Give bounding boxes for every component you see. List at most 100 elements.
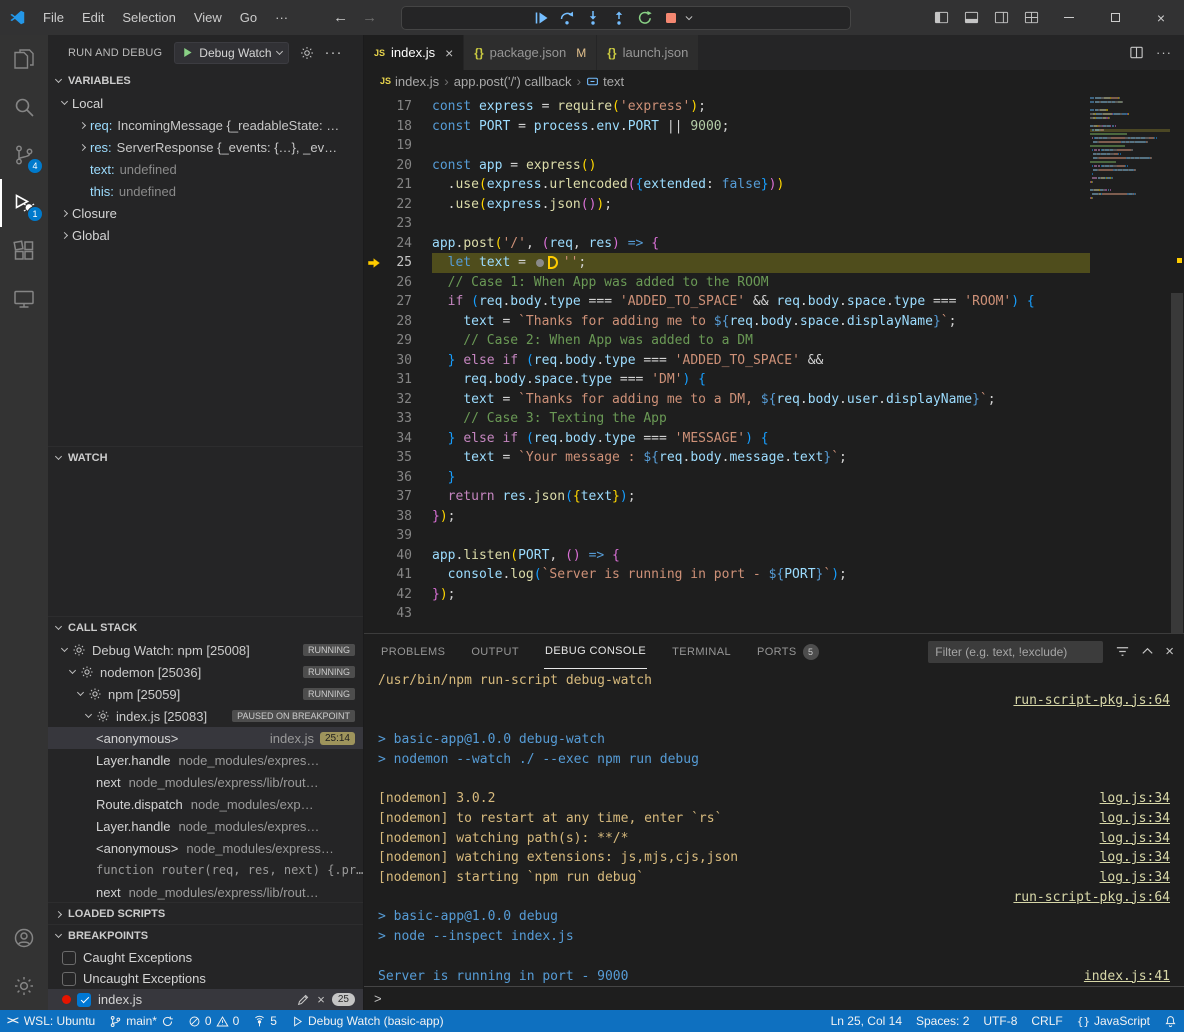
step-over-button[interactable] [556, 7, 578, 29]
console-source-link[interactable]: index.js:41 [1064, 967, 1170, 986]
line-number[interactable]: 27 [364, 292, 432, 312]
editor-gutter[interactable]: 1718192021222324252627282930313233343536… [364, 92, 432, 633]
breakpoint-row[interactable]: Uncaught Exceptions [48, 968, 363, 989]
extensions-icon[interactable] [0, 227, 48, 275]
code-line[interactable]: text = `Thanks for adding me to ${req.bo… [432, 312, 1090, 332]
breadcrumb-variable[interactable]: text [586, 74, 624, 89]
code-line[interactable]: app.post('/', (req, res) => { [432, 234, 1090, 254]
line-number[interactable]: 36 [364, 468, 432, 488]
language-status[interactable]: {}JavaScript [1070, 1010, 1157, 1032]
code-line[interactable]: .use(express.urlencoded({extended: false… [432, 175, 1090, 195]
variable-row[interactable]: req:IncomingMessage {_readableState: … [48, 114, 363, 136]
line-number[interactable]: 34 [364, 429, 432, 449]
close-tab-icon[interactable]: × [445, 45, 453, 61]
callstack-frame[interactable]: <anonymous>node_modules/express… [48, 837, 363, 859]
toggle-secondary-sidebar-icon[interactable] [986, 3, 1016, 33]
filter-icon[interactable] [1115, 644, 1130, 659]
remote-explorer-icon[interactable] [0, 275, 48, 323]
code-line[interactable]: return res.json({text}); [432, 487, 1090, 507]
code-line[interactable]: const app = express() [432, 156, 1090, 176]
callstack-frame[interactable]: Layer.handlenode_modules/expres… [48, 749, 363, 771]
line-number[interactable]: 40 [364, 546, 432, 566]
debug-toolbar-chevron-icon[interactable] [684, 13, 694, 23]
code-line[interactable]: if (req.body.type === 'ADDED_TO_SPACE' &… [432, 292, 1090, 312]
line-number[interactable]: 24 [364, 234, 432, 254]
panel-tab-debug-console[interactable]: DEBUG CONSOLE [544, 634, 647, 669]
line-number[interactable]: 35 [364, 448, 432, 468]
close-panel-icon[interactable]: × [1165, 643, 1174, 660]
maximize-panel-icon[interactable] [1140, 644, 1155, 659]
line-number[interactable]: 26 [364, 273, 432, 293]
callstack-session[interactable]: nodemon [25036]RUNNING [48, 661, 363, 683]
code-line[interactable] [432, 214, 1090, 234]
exception-checkbox[interactable] [62, 972, 76, 986]
line-number[interactable]: 39 [364, 526, 432, 546]
console-source-link[interactable]: log.js:34 [1080, 789, 1170, 809]
loaded-scripts-header[interactable]: LOADED SCRIPTS [48, 903, 363, 925]
console-source-link[interactable]: log.js:34 [1080, 829, 1170, 849]
remote-indicator[interactable]: >< WSL: Ubuntu [0, 1010, 102, 1032]
code-line[interactable]: } else if (req.body.type === 'MESSAGE') … [432, 429, 1090, 449]
line-number[interactable]: 31 [364, 370, 432, 390]
eol-status[interactable]: CRLF [1024, 1010, 1069, 1032]
step-into-button[interactable] [582, 7, 604, 29]
minimize-button[interactable] [1046, 0, 1092, 35]
edit-breakpoint-icon[interactable] [296, 993, 310, 1007]
split-editor-icon[interactable] [1129, 45, 1144, 60]
launch-config-picker[interactable]: Debug Watch [174, 42, 288, 64]
source-control-icon[interactable]: 4 [0, 131, 48, 179]
line-number[interactable]: 20 [364, 156, 432, 176]
back-arrow-icon[interactable]: ← [333, 9, 348, 26]
code-line[interactable] [432, 136, 1090, 156]
panel-tab-output[interactable]: OUTPUT [470, 634, 520, 669]
cursor-position[interactable]: Ln 25, Col 14 [824, 1010, 909, 1032]
debug-console-input[interactable]: > [364, 986, 1184, 1010]
line-number[interactable]: 42 [364, 585, 432, 605]
forward-arrow-icon[interactable]: → [362, 9, 377, 26]
continue-button[interactable] [530, 7, 552, 29]
code-line[interactable]: app.listen(PORT, () => { [432, 546, 1090, 566]
console-source-link[interactable]: log.js:34 [1080, 868, 1170, 888]
debug-icon[interactable]: 1 [0, 179, 48, 227]
callstack-session[interactable]: Debug Watch: npm [25008]RUNNING [48, 639, 363, 661]
console-source-link[interactable]: log.js:34 [1080, 848, 1170, 868]
account-icon[interactable] [0, 914, 48, 962]
editor-scrollbar[interactable] [1170, 92, 1184, 633]
notifications-bell[interactable] [1157, 1010, 1184, 1032]
console-filter-input[interactable] [928, 641, 1103, 663]
sidebar-more-actions-icon[interactable]: ··· [325, 44, 343, 61]
command-center[interactable] [401, 6, 851, 30]
editor-tab-index.js[interactable]: JSindex.js× [364, 35, 464, 70]
breakpoint-checkbox[interactable] [77, 993, 91, 1007]
code-line[interactable]: console.log(`Server is running in port -… [432, 565, 1090, 585]
watch-header[interactable]: WATCH [48, 447, 363, 469]
stop-button[interactable] [660, 7, 682, 29]
line-number[interactable]: 21 [364, 175, 432, 195]
callstack-frame[interactable]: nextnode_modules/express/lib/rout… [48, 771, 363, 793]
settings-gear-icon[interactable] [0, 962, 48, 1010]
variable-row[interactable]: this:undefined [48, 180, 363, 202]
restart-button[interactable] [634, 7, 656, 29]
line-number[interactable]: 30 [364, 351, 432, 371]
search-icon[interactable] [0, 83, 48, 131]
scrollbar-thumb[interactable] [1171, 293, 1183, 633]
toggle-panel-icon[interactable] [956, 3, 986, 33]
files-icon[interactable] [0, 35, 48, 83]
code-line[interactable]: // Case 3: Texting the App [432, 409, 1090, 429]
code-line[interactable]: const PORT = process.env.PORT || 9000; [432, 117, 1090, 137]
git-branch-status[interactable]: main* [102, 1010, 181, 1032]
close-button[interactable]: × [1138, 0, 1184, 35]
line-number[interactable]: 37 [364, 487, 432, 507]
exception-checkbox[interactable] [62, 951, 76, 965]
debug-status[interactable]: Debug Watch (basic-app) [284, 1010, 451, 1032]
indentation-status[interactable]: Spaces: 2 [909, 1010, 976, 1032]
line-number[interactable]: 41 [364, 565, 432, 585]
code-line[interactable]: // Case 1: When App was added to the ROO… [432, 273, 1090, 293]
code-line-current[interactable]: let text = ''; [432, 253, 1090, 273]
line-number[interactable]: 28 [364, 312, 432, 332]
line-number[interactable]: 29 [364, 331, 432, 351]
ports-status[interactable]: 5 [246, 1010, 284, 1032]
minimap[interactable] [1090, 92, 1170, 633]
remove-breakpoint-icon[interactable]: × [317, 992, 325, 1007]
code-line[interactable]: } [432, 468, 1090, 488]
